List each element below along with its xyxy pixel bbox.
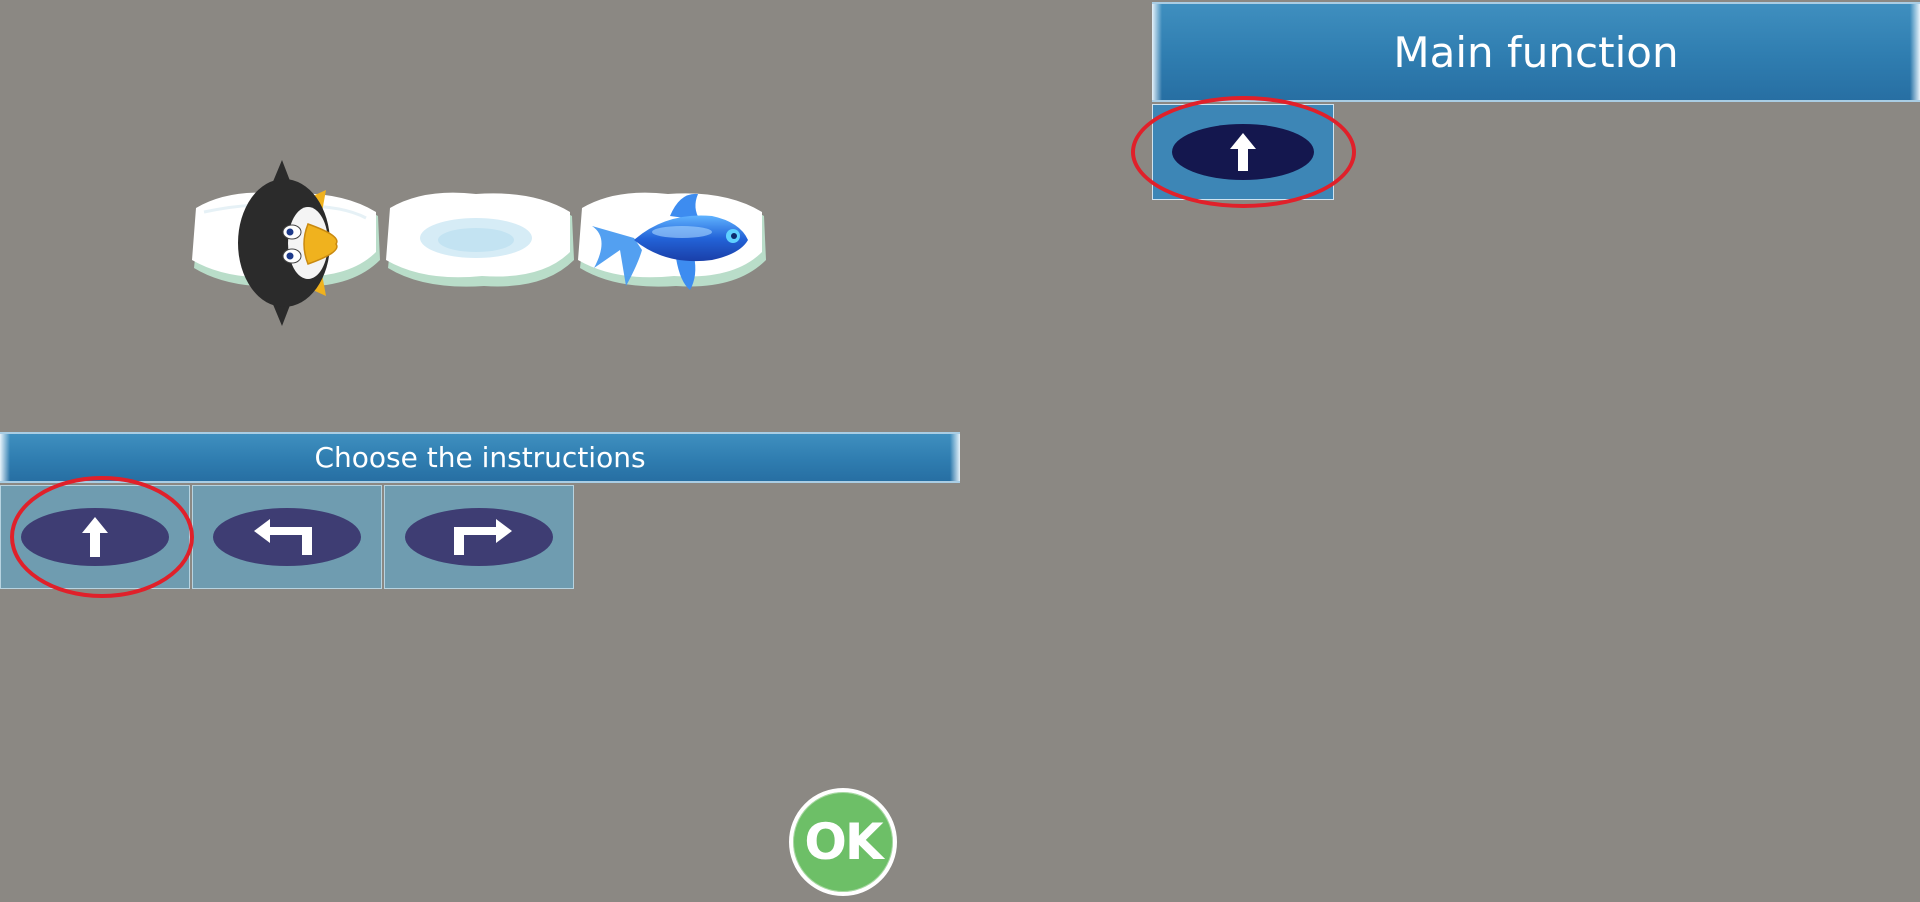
ice-floe-tile (386, 192, 574, 287)
turn-left-instruction (213, 508, 361, 566)
program-slot-forward[interactable] (1152, 104, 1334, 200)
fish-goal (592, 193, 748, 290)
forward-instruction-button[interactable] (0, 485, 190, 589)
ok-button-label: OK (804, 813, 883, 871)
arrow-turn-left-icon (254, 519, 312, 555)
turn-right-instruction-button[interactable] (384, 485, 574, 589)
instruction-palette-title: Choose the instructions (314, 441, 646, 474)
arrow-up-icon (1230, 133, 1256, 171)
turn-right-instruction (405, 508, 553, 566)
main-function-title: Main function (1393, 27, 1679, 77)
penguin-player (238, 160, 338, 326)
forward-instruction (1172, 124, 1314, 180)
instruction-palette-header: Choose the instructions (0, 432, 960, 483)
arrow-turn-right-icon (454, 519, 512, 555)
turn-left-instruction-button[interactable] (192, 485, 382, 589)
forward-instruction (21, 508, 169, 566)
ok-button[interactable]: OK (789, 788, 897, 896)
arrow-up-icon (82, 517, 108, 557)
main-function-header: Main function (1152, 2, 1920, 102)
